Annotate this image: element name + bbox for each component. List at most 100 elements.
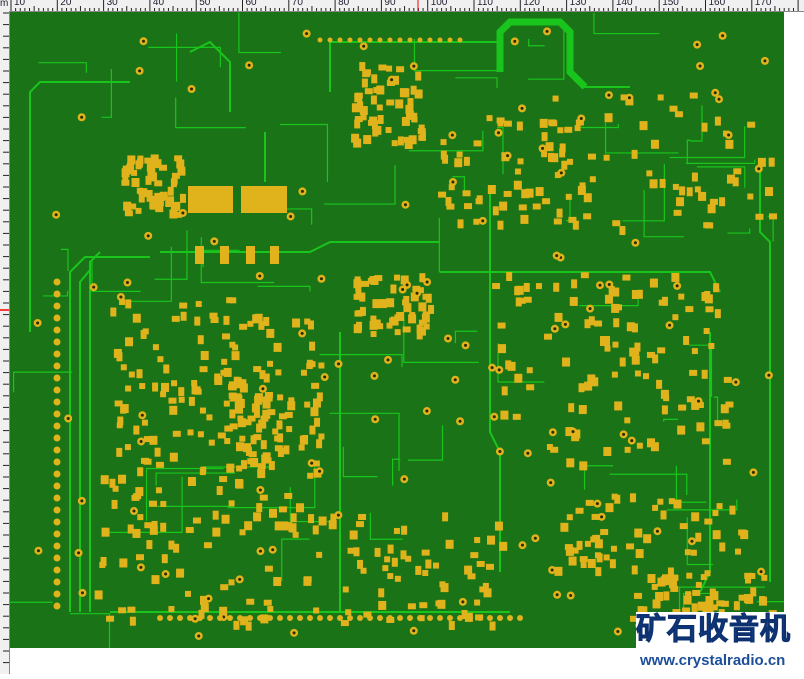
smd-pad	[222, 515, 230, 524]
smd-pad	[604, 155, 610, 161]
ruler-ticks	[0, 0, 804, 11]
smd-pad	[376, 86, 384, 95]
smd-pad	[761, 575, 767, 581]
ruler-tick-label: 80	[338, 0, 349, 8]
smd-pad	[179, 397, 185, 403]
header-pin	[54, 279, 61, 286]
drill-hole	[67, 417, 70, 420]
header-pin	[297, 615, 303, 621]
drill-hole	[310, 462, 313, 465]
smd-pad	[685, 306, 693, 312]
smd-pad	[643, 373, 649, 379]
smd-pad	[625, 447, 631, 453]
smd-pad	[662, 297, 668, 306]
smd-pad	[265, 566, 273, 572]
smd-pad	[369, 117, 377, 123]
smd-pad	[394, 275, 400, 281]
smd-pad	[513, 414, 521, 420]
pcb-canvas[interactable]	[10, 12, 784, 648]
smd-pad	[691, 550, 697, 556]
drill-hole	[608, 283, 611, 286]
smd-pad	[550, 447, 558, 453]
drill-hole	[301, 190, 304, 193]
smd-pad	[533, 203, 541, 209]
smd-pad	[402, 117, 410, 126]
smd-pad	[725, 402, 733, 408]
smd-pad	[354, 119, 360, 128]
drill-hole	[387, 358, 390, 361]
smd-pad	[570, 297, 578, 306]
smd-pad	[221, 359, 227, 365]
smd-pad	[147, 162, 155, 171]
smd-pad	[557, 127, 563, 133]
smd-pad	[710, 199, 718, 205]
smd-pad	[477, 561, 485, 567]
smd-pad	[292, 319, 300, 328]
smd-pad	[765, 187, 773, 196]
smd-pad	[554, 218, 562, 224]
smd-pad	[612, 220, 620, 226]
smd-pad	[395, 576, 401, 582]
smd-pad	[121, 364, 127, 370]
header-pin	[207, 615, 213, 621]
smd-pad	[307, 360, 313, 369]
smd-pad	[275, 445, 283, 451]
smd-pad	[224, 438, 230, 444]
smd-pad	[154, 193, 160, 202]
header-pin	[458, 38, 463, 43]
smd-pad	[710, 604, 718, 610]
smd-pad	[316, 439, 322, 448]
smd-pad	[419, 602, 427, 608]
smd-pad	[223, 316, 229, 325]
smd-pad	[701, 574, 707, 580]
smd-pad	[441, 139, 447, 145]
drill-hole	[763, 59, 766, 62]
smd-pad	[110, 308, 116, 317]
smd-pad	[361, 568, 367, 574]
smd-pad	[187, 429, 193, 435]
smd-pad	[378, 115, 384, 124]
smd-pad	[611, 546, 617, 552]
smd-pad	[230, 297, 236, 303]
header-pin	[447, 615, 453, 621]
drill-hole	[259, 550, 262, 553]
drill-hole	[553, 327, 556, 330]
smd-pad	[657, 578, 665, 587]
smd-pad	[198, 335, 204, 344]
drill-hole	[259, 488, 262, 491]
smd-pad	[169, 406, 177, 415]
ruler-ticks	[0, 11, 9, 674]
smd-pad	[595, 552, 601, 558]
smd-pad	[395, 329, 401, 335]
smd-pad	[724, 377, 732, 383]
smd-pad	[605, 503, 613, 512]
drill-hole	[521, 544, 524, 547]
smd-pad	[371, 74, 377, 83]
drill-hole	[92, 286, 95, 289]
drill-hole	[555, 254, 558, 257]
smd-pad	[670, 586, 678, 592]
ruler-tick-label: 20	[60, 0, 71, 8]
smd-pad	[661, 510, 667, 519]
header-pin	[348, 38, 353, 43]
smd-pad	[704, 519, 712, 525]
smd-pad	[287, 401, 295, 410]
smd-pad	[719, 543, 725, 552]
smd-pad	[676, 197, 684, 206]
smd-pad	[576, 508, 584, 514]
smd-pad	[106, 616, 114, 622]
header-pin	[54, 399, 61, 406]
header-pin	[387, 615, 393, 621]
smd-pad	[128, 524, 134, 533]
smd-pad	[504, 191, 512, 197]
horizontal-ruler: m 10203040506070809010011012013014015016…	[0, 0, 804, 12]
smd-pad	[579, 182, 585, 188]
drill-hole	[305, 32, 308, 35]
smd-pad	[171, 380, 177, 386]
smd-pad	[194, 317, 200, 326]
smd-pad	[125, 299, 131, 308]
smd-pad	[173, 431, 181, 437]
header-pin	[277, 615, 283, 621]
drill-hole	[607, 94, 610, 97]
ruler-tick-label: 170	[755, 0, 772, 8]
